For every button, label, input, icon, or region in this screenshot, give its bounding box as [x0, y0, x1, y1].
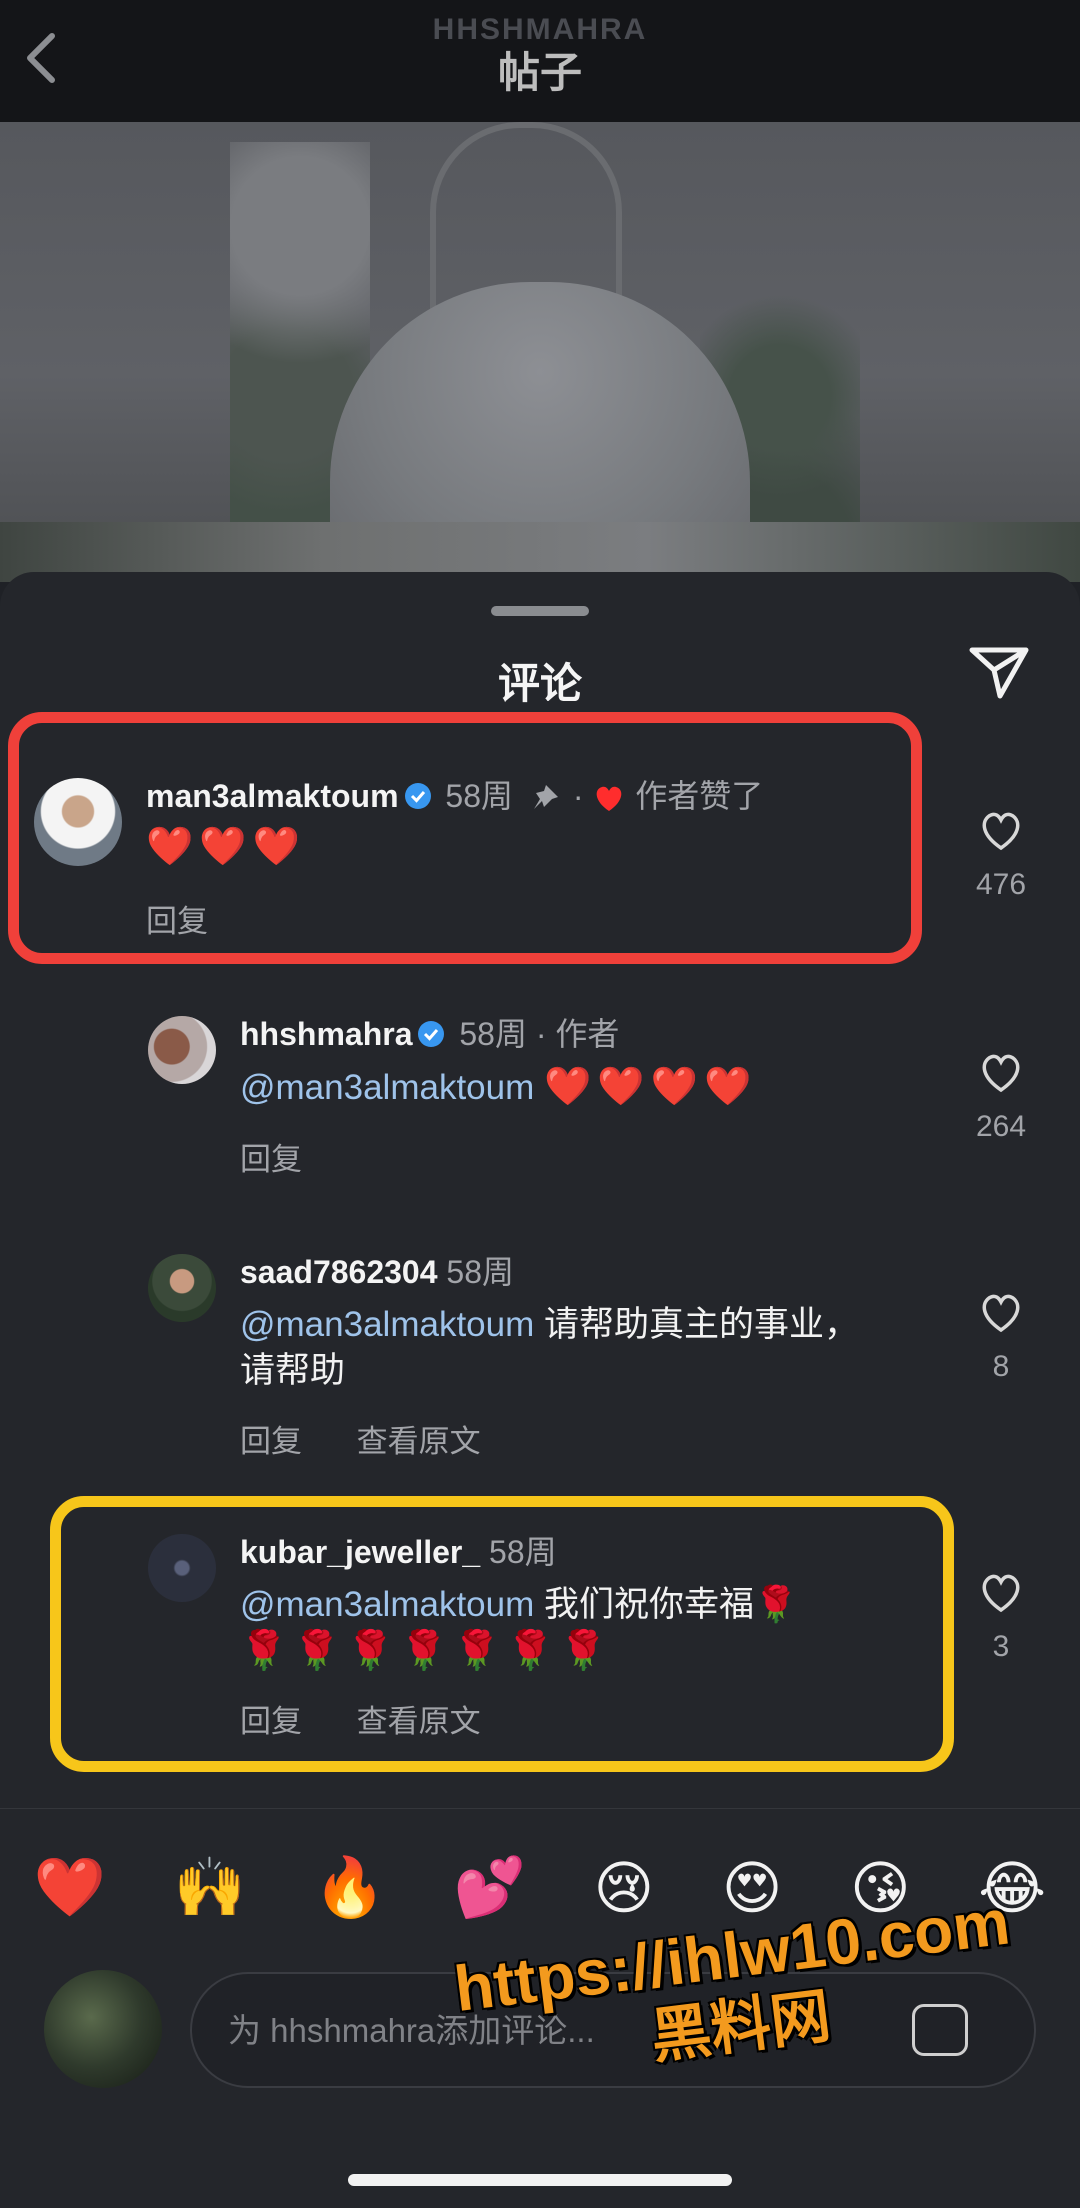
comment-text: @man3almaktoum 我们祝你幸福🌹 🌹🌹🌹🌹🌹🌹🌹	[240, 1582, 940, 1675]
see-original-button[interactable]: 查看原文	[357, 1704, 481, 1739]
comment-time: 58周	[459, 1016, 527, 1052]
author-label: 作者	[555, 1016, 620, 1052]
comment-text: ❤️❤️❤️	[146, 826, 306, 868]
comment-username[interactable]: kubar_jeweller_	[240, 1534, 480, 1570]
current-user-avatar[interactable]	[44, 1970, 162, 2088]
share-button[interactable]	[966, 642, 1032, 702]
top-app-bar: HHSHMAHRA 帖子	[0, 0, 1080, 122]
quick-reaction-heart[interactable]: ❤️	[34, 1854, 106, 1922]
sheet-drag-handle[interactable]	[491, 606, 589, 616]
verified-badge-icon	[404, 783, 431, 809]
reply-button[interactable]: 回复	[146, 904, 208, 939]
comment-emoji: ❤️❤️❤️❤️	[544, 1066, 758, 1108]
comment-username[interactable]: saad7862304	[240, 1254, 438, 1290]
reply-button[interactable]: 回复	[240, 1142, 302, 1177]
comment-time: 58周	[446, 1254, 515, 1290]
comment-text-line1: 请帮助真主的事业，	[544, 1305, 860, 1344]
meta-separator: ·	[572, 778, 593, 814]
comment-mention[interactable]: @man3almaktoum	[240, 1068, 534, 1107]
quick-reaction-raised-hands[interactable]: 🙌	[174, 1854, 246, 1922]
like-count: 3	[992, 1630, 1010, 1663]
comment-time: 58周	[445, 778, 514, 814]
comment-actions: 回复 查看原文	[240, 1416, 527, 1461]
see-original-button[interactable]: 查看原文	[357, 1424, 481, 1459]
like-column: 264	[960, 1052, 1042, 1144]
comment-username[interactable]: man3almaktoum	[146, 778, 399, 814]
comment-text-line2: 请帮助	[240, 1351, 346, 1390]
quick-reaction-crying[interactable]: 😢	[594, 1854, 654, 1922]
heart-icon[interactable]	[978, 1052, 1024, 1094]
like-column: 476	[960, 810, 1042, 902]
comment-mention[interactable]: @man3almaktoum	[240, 1585, 534, 1624]
verified-badge-icon	[418, 1021, 445, 1047]
page-title: 帖子	[497, 49, 582, 96]
reply-button[interactable]: 回复	[240, 1704, 302, 1739]
avatar[interactable]	[148, 1016, 216, 1084]
header-titles: HHSHMAHRA 帖子	[0, 12, 1080, 98]
avatar[interactable]	[34, 778, 122, 866]
comment-text-line1: 我们祝你幸福🌹	[544, 1585, 798, 1624]
comment-actions: 回复 查看原文	[240, 1696, 527, 1741]
quick-reactions-divider	[0, 1808, 1080, 1809]
avatar[interactable]	[148, 1254, 216, 1322]
comments-title: 评论	[497, 660, 582, 707]
like-count: 476	[975, 868, 1027, 901]
like-count: 8	[992, 1350, 1010, 1383]
comment-username[interactable]: hhshmahra	[240, 1016, 412, 1052]
comment-actions: 回复	[146, 896, 254, 941]
pin-icon	[533, 785, 558, 809]
avatar[interactable]	[148, 1534, 216, 1602]
post-photo[interactable]	[0, 122, 1080, 582]
heart-icon[interactable]	[978, 1572, 1024, 1614]
quick-reaction-heart-eyes[interactable]: 😍	[722, 1854, 782, 1922]
comment-text-line2: 🌹🌹🌹🌹🌹🌹🌹	[240, 1630, 614, 1672]
quick-reaction-two-hearts[interactable]: 💕	[454, 1854, 526, 1922]
header-account-name: HHSHMAHRA	[432, 13, 648, 46]
comment-time: 58周	[489, 1534, 557, 1570]
comment-header: kubar_jeweller_ 58周	[240, 1532, 557, 1572]
comment-header: saad7862304 58周	[240, 1252, 514, 1292]
meta-separator: ·	[535, 1016, 556, 1052]
comment-header: hhshmahra 58周 · 作者	[240, 1014, 619, 1054]
home-indicator[interactable]	[348, 2174, 732, 2186]
comment-mention[interactable]: @man3almaktoum	[240, 1305, 534, 1344]
heart-icon[interactable]	[978, 1292, 1024, 1334]
like-column: 8	[960, 1292, 1042, 1384]
heart-icon[interactable]	[978, 810, 1024, 852]
like-column: 3	[960, 1572, 1042, 1664]
comment-text: @man3almaktoum 请帮助真主的事业， 请帮助	[240, 1302, 940, 1394]
reply-button[interactable]: 回复	[240, 1424, 302, 1459]
comment-text: @man3almaktoum ❤️❤️❤️❤️	[240, 1064, 757, 1111]
comment-header: man3almaktoum 58周 · 作者赞了	[146, 776, 763, 816]
comment-actions: 回复	[240, 1134, 348, 1179]
quick-reaction-fire[interactable]: 🔥	[314, 1854, 386, 1922]
liked-by-author-label: 作者赞了	[635, 778, 764, 814]
share-paper-plane-icon	[969, 647, 1029, 699]
liked-heart-icon	[597, 786, 622, 811]
like-count: 264	[975, 1110, 1027, 1143]
